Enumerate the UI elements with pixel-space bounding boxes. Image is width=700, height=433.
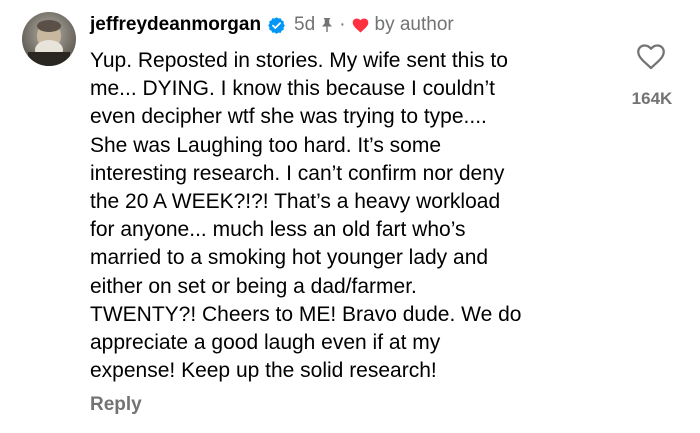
avatar[interactable] [22,12,76,66]
separator-dot: · [339,14,346,35]
comment-text: Yup. Reposted in stories. My wife sent t… [90,49,522,383]
timestamp: 5d [294,14,316,35]
username[interactable]: jeffreydeanmorgan [90,14,261,36]
pin-icon [320,17,334,33]
comment-header: jeffreydeanmorgan 5d · by author [90,10,454,40]
heart-icon [352,17,369,33]
liked-by-author-label: by author [374,14,454,35]
reply-button[interactable]: Reply [90,394,142,416]
comment: jeffreydeanmorgan 5d · by author Yup. Re… [0,0,700,433]
like-heart-icon[interactable] [636,42,666,70]
verified-badge-icon [267,16,286,35]
like-count: 164K [631,89,673,108]
